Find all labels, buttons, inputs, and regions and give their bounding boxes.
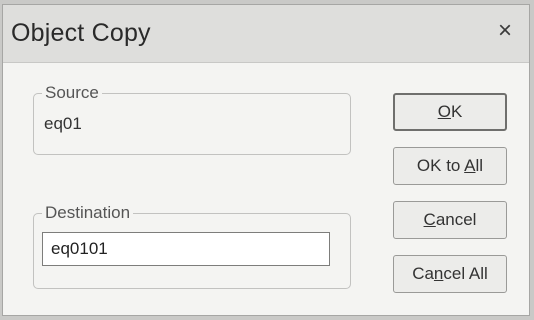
object-copy-dialog: Object Copy × Source eq01 Destination OK… — [2, 4, 530, 316]
source-group: Source eq01 — [33, 83, 351, 155]
ok-to-all-label-post: ll — [475, 156, 484, 175]
source-label: Source — [42, 83, 102, 103]
cancel-all-button[interactable]: Cancel All — [393, 255, 507, 293]
close-icon[interactable]: × — [491, 17, 519, 45]
cancel-all-label-post: cel All — [443, 264, 488, 283]
destination-label: Destination — [42, 203, 134, 223]
source-value: eq01 — [44, 114, 82, 133]
ok-to-all-button[interactable]: OK to All — [393, 147, 507, 185]
dialog-title: Object Copy — [11, 19, 151, 47]
destination-group: Destination — [33, 203, 351, 289]
cancel-button[interactable]: Cancel — [393, 201, 507, 239]
destination-input[interactable] — [42, 232, 330, 266]
cancel-mnemonic: C — [423, 210, 436, 229]
cancel-all-mnemonic: n — [433, 264, 444, 283]
cancel-all-label-pre: Ca — [412, 264, 434, 283]
ok-to-all-label-pre: OK to — [416, 156, 465, 175]
title-bar: Object Copy × — [3, 5, 529, 63]
ok-button[interactable]: OK — [393, 93, 507, 131]
ok-label-post: K — [450, 102, 463, 121]
ok-mnemonic: O — [437, 102, 451, 121]
cancel-label-post: ancel — [435, 210, 477, 229]
dialog-body: Source eq01 Destination OK OK to All Can… — [3, 63, 529, 315]
ok-to-all-mnemonic: A — [464, 156, 476, 175]
